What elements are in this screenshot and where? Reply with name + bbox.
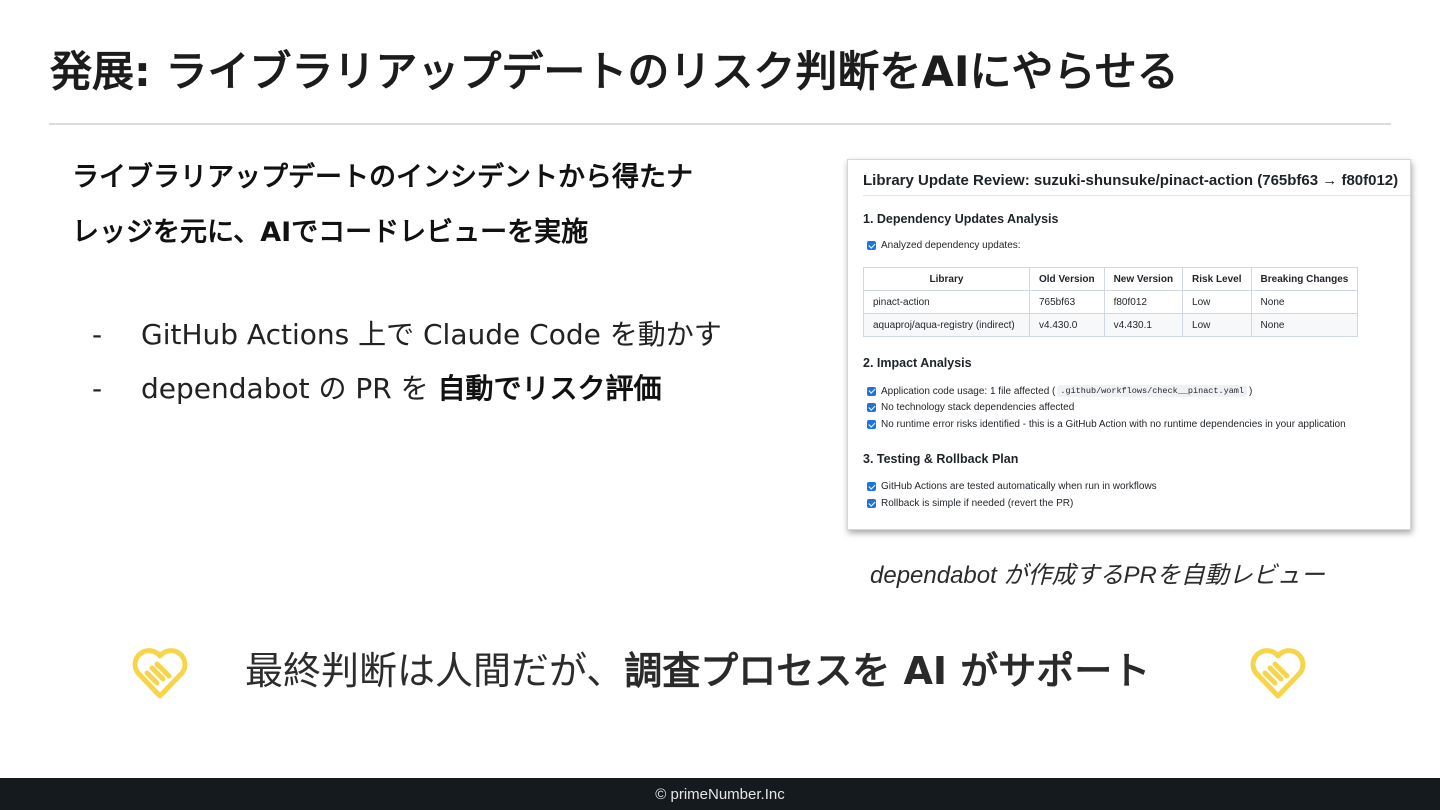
lead-line-1: ライブラリアップデートのインシデントから得たナ xyxy=(72,162,693,193)
bullet-text-plain: GitHub Actions 上で Claude Code を動かす xyxy=(141,318,722,351)
bullet-text-bold: 自動でリスク評価 xyxy=(437,372,662,405)
checklist-label: Application code usage: 1 file affected … xyxy=(881,385,1056,397)
bullet-item: - GitHub Actions 上で Claude Code を動かす xyxy=(92,310,792,364)
table-cell: aquaproj/aqua-registry (indirect) xyxy=(863,313,1030,337)
lead-text: ライブラリアップデートのインシデントから得たナ レッジを元に、AIでコードレビュ… xyxy=(72,150,792,260)
table-cell: Low xyxy=(1182,290,1252,314)
checkbox-checked-icon xyxy=(867,241,876,250)
checklist-item: Analyzed dependency updates: xyxy=(867,240,1021,251)
bullet-item: - dependabot の PR を 自動でリスク評価 xyxy=(92,364,792,418)
pr-review-screenshot: Library Update Review: suzuki-shunsuke/p… xyxy=(847,159,1411,530)
table-row: pinact-action 765bf63 f80f012 Low None xyxy=(863,290,1359,314)
bullet-text: GitHub Actions 上で Claude Code を動かす xyxy=(141,310,722,360)
bullet-marker: - xyxy=(92,372,103,405)
summary-banner: 最終判断は人間だが、調査プロセスを AI がサポート xyxy=(245,643,1150,699)
checkbox-checked-icon xyxy=(867,420,876,429)
column-header: Risk Level xyxy=(1182,267,1252,291)
footer-bar: © primeNumber.Inc xyxy=(0,778,1440,810)
handshake-heart-icon xyxy=(1250,648,1306,699)
table-cell: None xyxy=(1250,313,1359,337)
section-heading-impact: 2. Impact Analysis xyxy=(863,356,972,370)
handshake-heart-icon xyxy=(132,648,188,699)
checklist-item: GitHub Actions are tested automatically … xyxy=(867,481,1157,492)
checklist-label: Analyzed dependency updates: xyxy=(881,240,1021,251)
checklist-label: No runtime error risks identified - this… xyxy=(881,419,1346,430)
table-cell: v4.430.1 xyxy=(1103,313,1184,337)
bullet-text: dependabot の PR を 自動でリスク評価 xyxy=(141,364,662,414)
review-divider xyxy=(863,195,1410,196)
table-cell: v4.430.0 xyxy=(1029,313,1105,337)
table-cell: None xyxy=(1250,290,1359,314)
table-cell: 765bf63 xyxy=(1029,290,1105,314)
table-cell: Low xyxy=(1182,313,1252,337)
column-header: Library xyxy=(863,267,1030,291)
column-header: Old Version xyxy=(1029,267,1105,291)
column-header: New Version xyxy=(1103,267,1184,291)
table-cell: f80f012 xyxy=(1103,290,1184,314)
bullet-text-plain: dependabot の PR を xyxy=(141,372,438,405)
checklist-item: No technology stack dependencies affecte… xyxy=(867,402,1074,413)
checklist-label-suffix: ) xyxy=(1249,385,1253,397)
copyright-text: © primeNumber.Inc xyxy=(655,785,785,803)
dependency-table: Library Old Version New Version Risk Lev… xyxy=(863,267,1359,337)
table-header-row: Library Old Version New Version Risk Lev… xyxy=(863,267,1359,291)
banner-text-bold: 調査プロセスを AI がサポート xyxy=(624,649,1151,693)
checklist-item: Rollback is simple if needed (revert the… xyxy=(867,498,1073,509)
checklist-label: No technology stack dependencies affecte… xyxy=(881,402,1075,413)
checklist-item: No runtime error risks identified - this… xyxy=(867,419,1346,430)
checklist-label: GitHub Actions are tested automatically … xyxy=(881,481,1157,492)
file-path-code: .github/workflows/check__pinact.yaml xyxy=(1057,385,1248,397)
column-header: Breaking Changes xyxy=(1250,267,1359,291)
review-title: Library Update Review: suzuki-shunsuke/p… xyxy=(863,172,1399,189)
screenshot-caption: dependabot が作成するPRを自動レビュー xyxy=(870,562,1325,589)
title-divider xyxy=(49,123,1391,125)
section-heading-testing: 3. Testing & Rollback Plan xyxy=(863,452,1019,466)
slide-title: 発展: ライブラリアップデートのリスク判断をAIにやらせる xyxy=(50,47,1179,96)
bullet-list: - GitHub Actions 上で Claude Code を動かす - d… xyxy=(92,310,792,418)
section-heading-dependency: 1. Dependency Updates Analysis xyxy=(863,212,1059,226)
bullet-marker: - xyxy=(92,318,103,351)
checkbox-checked-icon xyxy=(867,403,876,412)
table-cell: pinact-action xyxy=(863,290,1030,314)
checklist-item: Application code usage: 1 file affected … xyxy=(867,385,1252,397)
lead-line-2: レッジを元に、AIでコードレビューを実施 xyxy=(72,217,589,248)
banner-text: 最終判断は人間だが、 xyxy=(245,649,625,693)
checklist-label: Rollback is simple if needed (revert the… xyxy=(881,498,1074,509)
checkbox-checked-icon xyxy=(867,482,876,491)
checkbox-checked-icon xyxy=(867,386,876,396)
checkbox-checked-icon xyxy=(867,499,876,508)
table-row: aquaproj/aqua-registry (indirect) v4.430… xyxy=(863,313,1359,337)
